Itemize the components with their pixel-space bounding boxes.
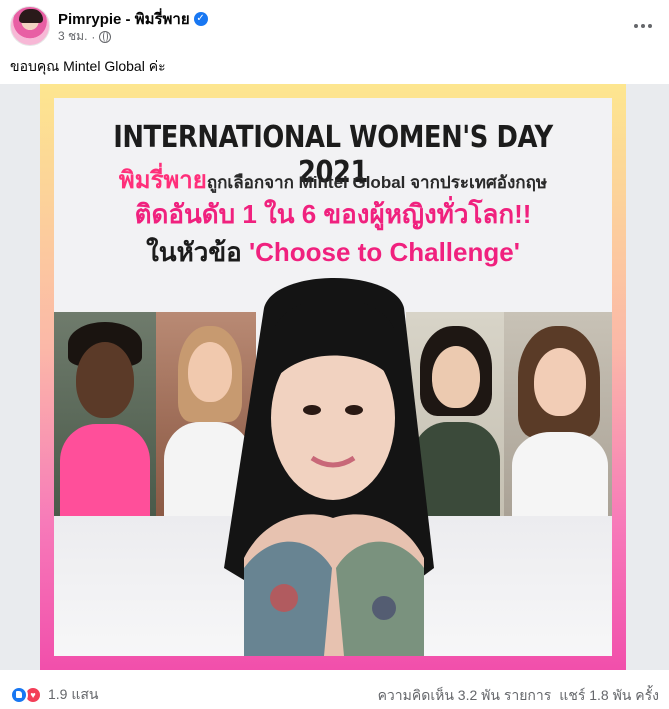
post-image[interactable]: INTERNATIONAL WOMEN'S DAY 2021 พิมรี่พาย…	[0, 84, 669, 670]
poster-subtitle-rest: ถูกเลือกจาก Mintel Global จากประเทศอังกฤ…	[206, 173, 548, 192]
comments-count-link[interactable]: ความคิดเห็น 3.2 พัน รายการ	[378, 685, 552, 707]
post-footer: ♥ 1.9 แสน ความคิดเห็น 3.2 พัน รายการ แชร…	[0, 676, 669, 709]
more-options-button[interactable]	[631, 14, 655, 38]
post-timestamp[interactable]: 3 ชม.	[58, 27, 87, 46]
shares-count-link[interactable]: แชร์ 1.8 พัน ครั้ง	[559, 685, 659, 707]
post-meta: 3 ชม. ·	[58, 27, 112, 46]
woman-photo-5	[504, 312, 612, 516]
meta-separator: ·	[91, 29, 96, 44]
verified-badge-icon: ✓	[193, 12, 208, 26]
poster-topic: ในหัวข้อ 'Choose to Challenge'	[54, 232, 612, 273]
featured-woman-illustration	[224, 278, 434, 656]
poster-content: INTERNATIONAL WOMEN'S DAY 2021 พิมรี่พาย…	[54, 98, 612, 656]
engagement-stats: ความคิดเห็น 3.2 พัน รายการ แชร์ 1.8 พัน …	[378, 685, 659, 707]
page-avatar[interactable]	[10, 6, 50, 46]
poster-ranking: ติดอันดับ 1 ใน 6 ของผู้หญิงทั่วโลก!!	[134, 199, 532, 229]
poster-topic-prefix: ในหัวข้อ	[146, 237, 249, 267]
globe-icon[interactable]	[99, 30, 112, 43]
like-reaction-icon	[10, 686, 28, 704]
reaction-count[interactable]: 1.9 แสน	[48, 684, 99, 706]
more-options-icon	[634, 24, 638, 28]
post-header: Pimrypie - พิมรี่พาย ✓ 3 ชม. ·	[0, 0, 669, 52]
post-caption: ขอบคุณ Mintel Global ค่ะ	[10, 58, 166, 74]
woman-photo-1	[54, 312, 156, 516]
poster-name-highlight: พิมรี่พาย	[118, 167, 207, 194]
featured-woman-photo	[204, 268, 462, 656]
poster-topic-highlight: 'Choose to Challenge'	[248, 237, 520, 267]
poster-frame: INTERNATIONAL WOMEN'S DAY 2021 พิมรี่พาย…	[40, 84, 626, 670]
reactions-summary[interactable]: ♥ 1.9 แสน	[10, 684, 99, 706]
